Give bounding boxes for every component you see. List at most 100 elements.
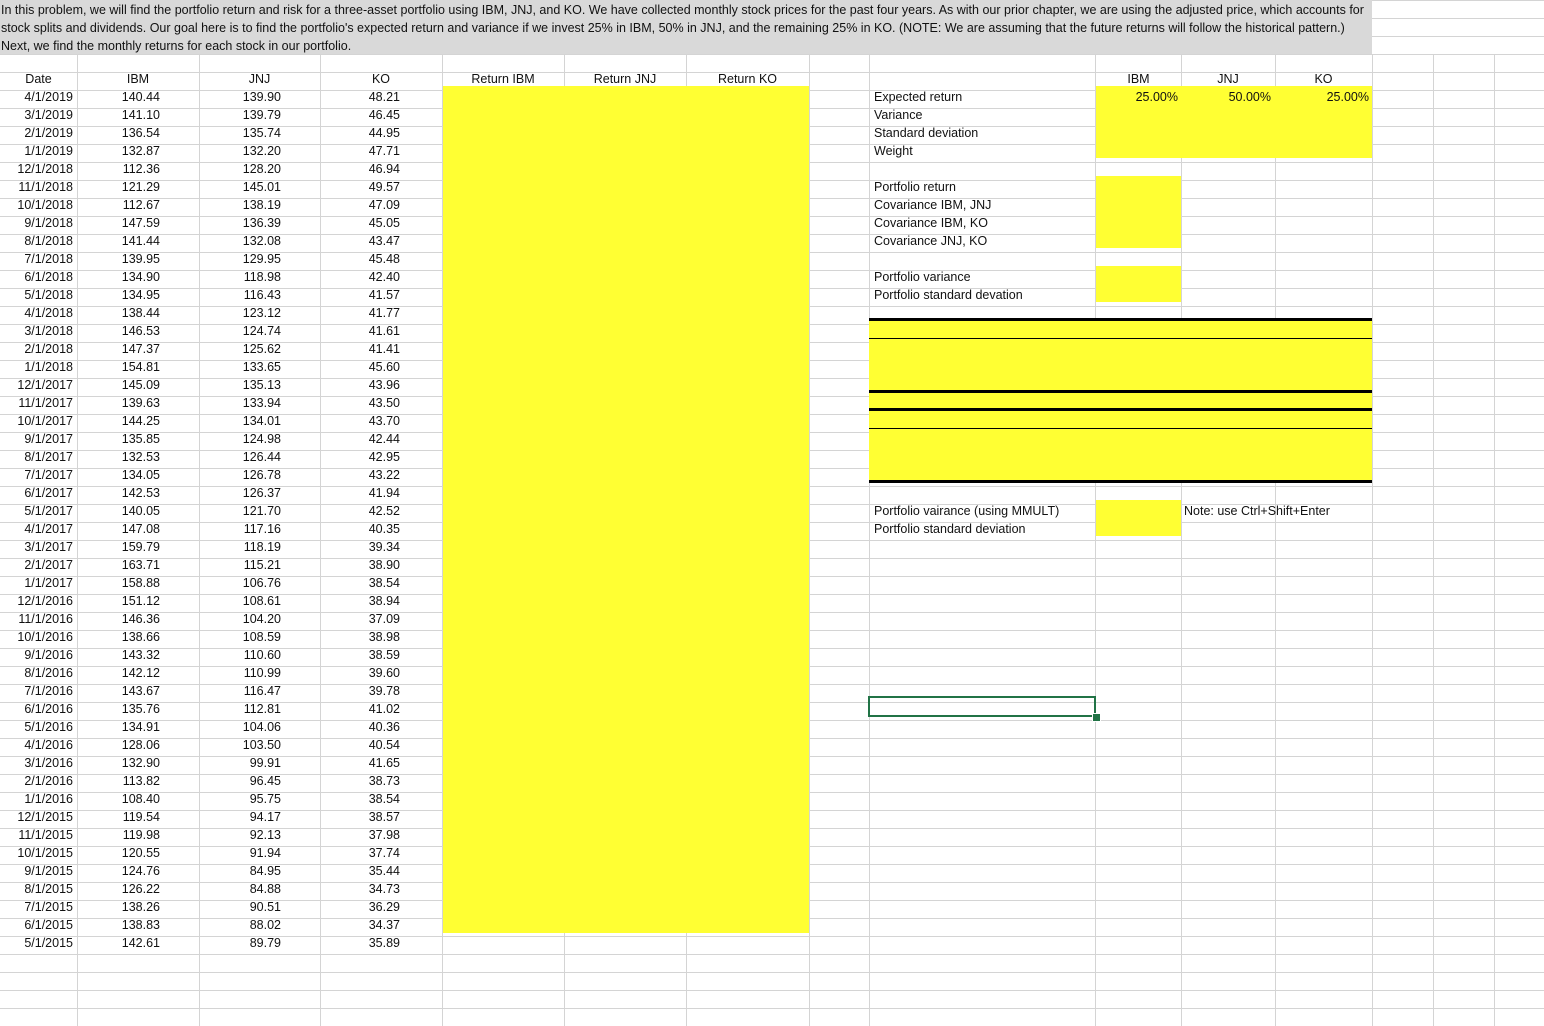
jnj-price-cell[interactable]: 132.08 [199,232,281,250]
jnj-price-cell[interactable]: 123.12 [199,304,281,322]
ibm-price-cell[interactable]: 119.54 [77,808,160,826]
date-cell[interactable]: 10/1/2015 [0,844,73,862]
ko-price-cell[interactable]: 38.54 [320,790,400,808]
jnj-price-cell[interactable]: 132.20 [199,142,281,160]
ibm-price-cell[interactable]: 119.98 [77,826,160,844]
jnj-price-cell[interactable]: 126.37 [199,484,281,502]
date-cell[interactable]: 4/1/2018 [0,304,73,322]
ko-price-cell[interactable]: 38.59 [320,646,400,664]
ko-price-cell[interactable]: 38.98 [320,628,400,646]
ko-price-cell[interactable]: 47.09 [320,196,400,214]
date-cell[interactable]: 10/1/2016 [0,628,73,646]
date-cell[interactable]: 9/1/2016 [0,646,73,664]
ibm-price-cell[interactable]: 147.37 [77,340,160,358]
ko-price-cell[interactable]: 40.36 [320,718,400,736]
ibm-price-cell[interactable]: 134.90 [77,268,160,286]
ibm-price-cell[interactable]: 158.88 [77,574,160,592]
ko-price-cell[interactable]: 35.89 [320,934,400,952]
ko-price-cell[interactable]: 34.73 [320,880,400,898]
jnj-price-cell[interactable]: 133.65 [199,358,281,376]
ko-price-cell[interactable]: 41.41 [320,340,400,358]
ko-price-cell[interactable]: 41.61 [320,322,400,340]
jnj-price-cell[interactable]: 129.95 [199,250,281,268]
ko-price-cell[interactable]: 42.95 [320,448,400,466]
ko-price-cell[interactable]: 40.35 [320,520,400,538]
ko-price-cell[interactable]: 43.22 [320,466,400,484]
date-cell[interactable]: 8/1/2017 [0,448,73,466]
ibm-price-cell[interactable]: 128.06 [77,736,160,754]
ibm-price-cell[interactable]: 141.44 [77,232,160,250]
jnj-price-cell[interactable]: 92.13 [199,826,281,844]
date-cell[interactable]: 12/1/2016 [0,592,73,610]
date-cell[interactable]: 10/1/2018 [0,196,73,214]
portfolio-variance-input-area[interactable] [1096,266,1181,302]
jnj-price-cell[interactable]: 104.06 [199,718,281,736]
date-cell[interactable]: 8/1/2016 [0,664,73,682]
date-cell[interactable]: 5/1/2015 [0,934,73,952]
covariance-input-area[interactable] [1096,176,1181,248]
date-cell[interactable]: 7/1/2018 [0,250,73,268]
ibm-price-cell[interactable]: 134.91 [77,718,160,736]
date-cell[interactable]: 9/1/2018 [0,214,73,232]
ibm-price-cell[interactable]: 132.53 [77,448,160,466]
ko-price-cell[interactable]: 47.71 [320,142,400,160]
date-cell[interactable]: 8/1/2015 [0,880,73,898]
ko-price-cell[interactable]: 37.74 [320,844,400,862]
date-cell[interactable]: 6/1/2015 [0,916,73,934]
weight-jnj[interactable]: 50.00% [1181,88,1271,106]
date-cell[interactable]: 1/1/2016 [0,790,73,808]
ibm-price-cell[interactable]: 143.67 [77,682,160,700]
ibm-price-cell[interactable]: 142.61 [77,934,160,952]
ibm-price-cell[interactable]: 138.66 [77,628,160,646]
ko-price-cell[interactable]: 38.90 [320,556,400,574]
returns-input-area[interactable] [443,86,809,933]
date-cell[interactable]: 4/1/2017 [0,520,73,538]
ko-price-cell[interactable]: 42.44 [320,430,400,448]
jnj-price-cell[interactable]: 84.88 [199,880,281,898]
date-cell[interactable]: 4/1/2016 [0,736,73,754]
ko-price-cell[interactable]: 44.95 [320,124,400,142]
date-cell[interactable]: 12/1/2015 [0,808,73,826]
date-cell[interactable]: 12/1/2017 [0,376,73,394]
weight-ibm[interactable]: 25.00% [1096,88,1178,106]
ko-price-cell[interactable]: 38.57 [320,808,400,826]
ibm-price-cell[interactable]: 143.32 [77,646,160,664]
jnj-price-cell[interactable]: 95.75 [199,790,281,808]
ko-price-cell[interactable]: 49.57 [320,178,400,196]
ko-price-cell[interactable]: 45.60 [320,358,400,376]
ko-price-cell[interactable]: 43.70 [320,412,400,430]
jnj-price-cell[interactable]: 106.76 [199,574,281,592]
jnj-price-cell[interactable]: 108.61 [199,592,281,610]
ko-price-cell[interactable]: 41.57 [320,286,400,304]
ibm-price-cell[interactable]: 147.59 [77,214,160,232]
date-cell[interactable]: 11/1/2015 [0,826,73,844]
date-cell[interactable]: 7/1/2015 [0,898,73,916]
jnj-price-cell[interactable]: 91.94 [199,844,281,862]
ko-price-cell[interactable]: 42.40 [320,268,400,286]
weight-ko[interactable]: 25.00% [1275,88,1369,106]
jnj-price-cell[interactable]: 110.99 [199,664,281,682]
ibm-price-cell[interactable]: 139.63 [77,394,160,412]
jnj-price-cell[interactable]: 104.20 [199,610,281,628]
jnj-price-cell[interactable]: 89.79 [199,934,281,952]
ko-price-cell[interactable]: 45.05 [320,214,400,232]
ibm-price-cell[interactable]: 144.25 [77,412,160,430]
date-cell[interactable]: 6/1/2016 [0,700,73,718]
jnj-price-cell[interactable]: 108.59 [199,628,281,646]
jnj-price-cell[interactable]: 88.02 [199,916,281,934]
date-cell[interactable]: 3/1/2017 [0,538,73,556]
ibm-price-cell[interactable]: 113.82 [77,772,160,790]
date-cell[interactable]: 6/1/2018 [0,268,73,286]
date-cell[interactable]: 11/1/2017 [0,394,73,412]
ibm-price-cell[interactable]: 132.90 [77,754,160,772]
date-cell[interactable]: 6/1/2017 [0,484,73,502]
ko-price-cell[interactable]: 43.47 [320,232,400,250]
ibm-price-cell[interactable]: 112.67 [77,196,160,214]
date-cell[interactable]: 5/1/2018 [0,286,73,304]
mmult-input-area[interactable] [1096,500,1181,536]
ibm-price-cell[interactable]: 138.44 [77,304,160,322]
date-cell[interactable]: 1/1/2017 [0,574,73,592]
ibm-price-cell[interactable]: 142.53 [77,484,160,502]
jnj-price-cell[interactable]: 135.13 [199,376,281,394]
jnj-price-cell[interactable]: 110.60 [199,646,281,664]
